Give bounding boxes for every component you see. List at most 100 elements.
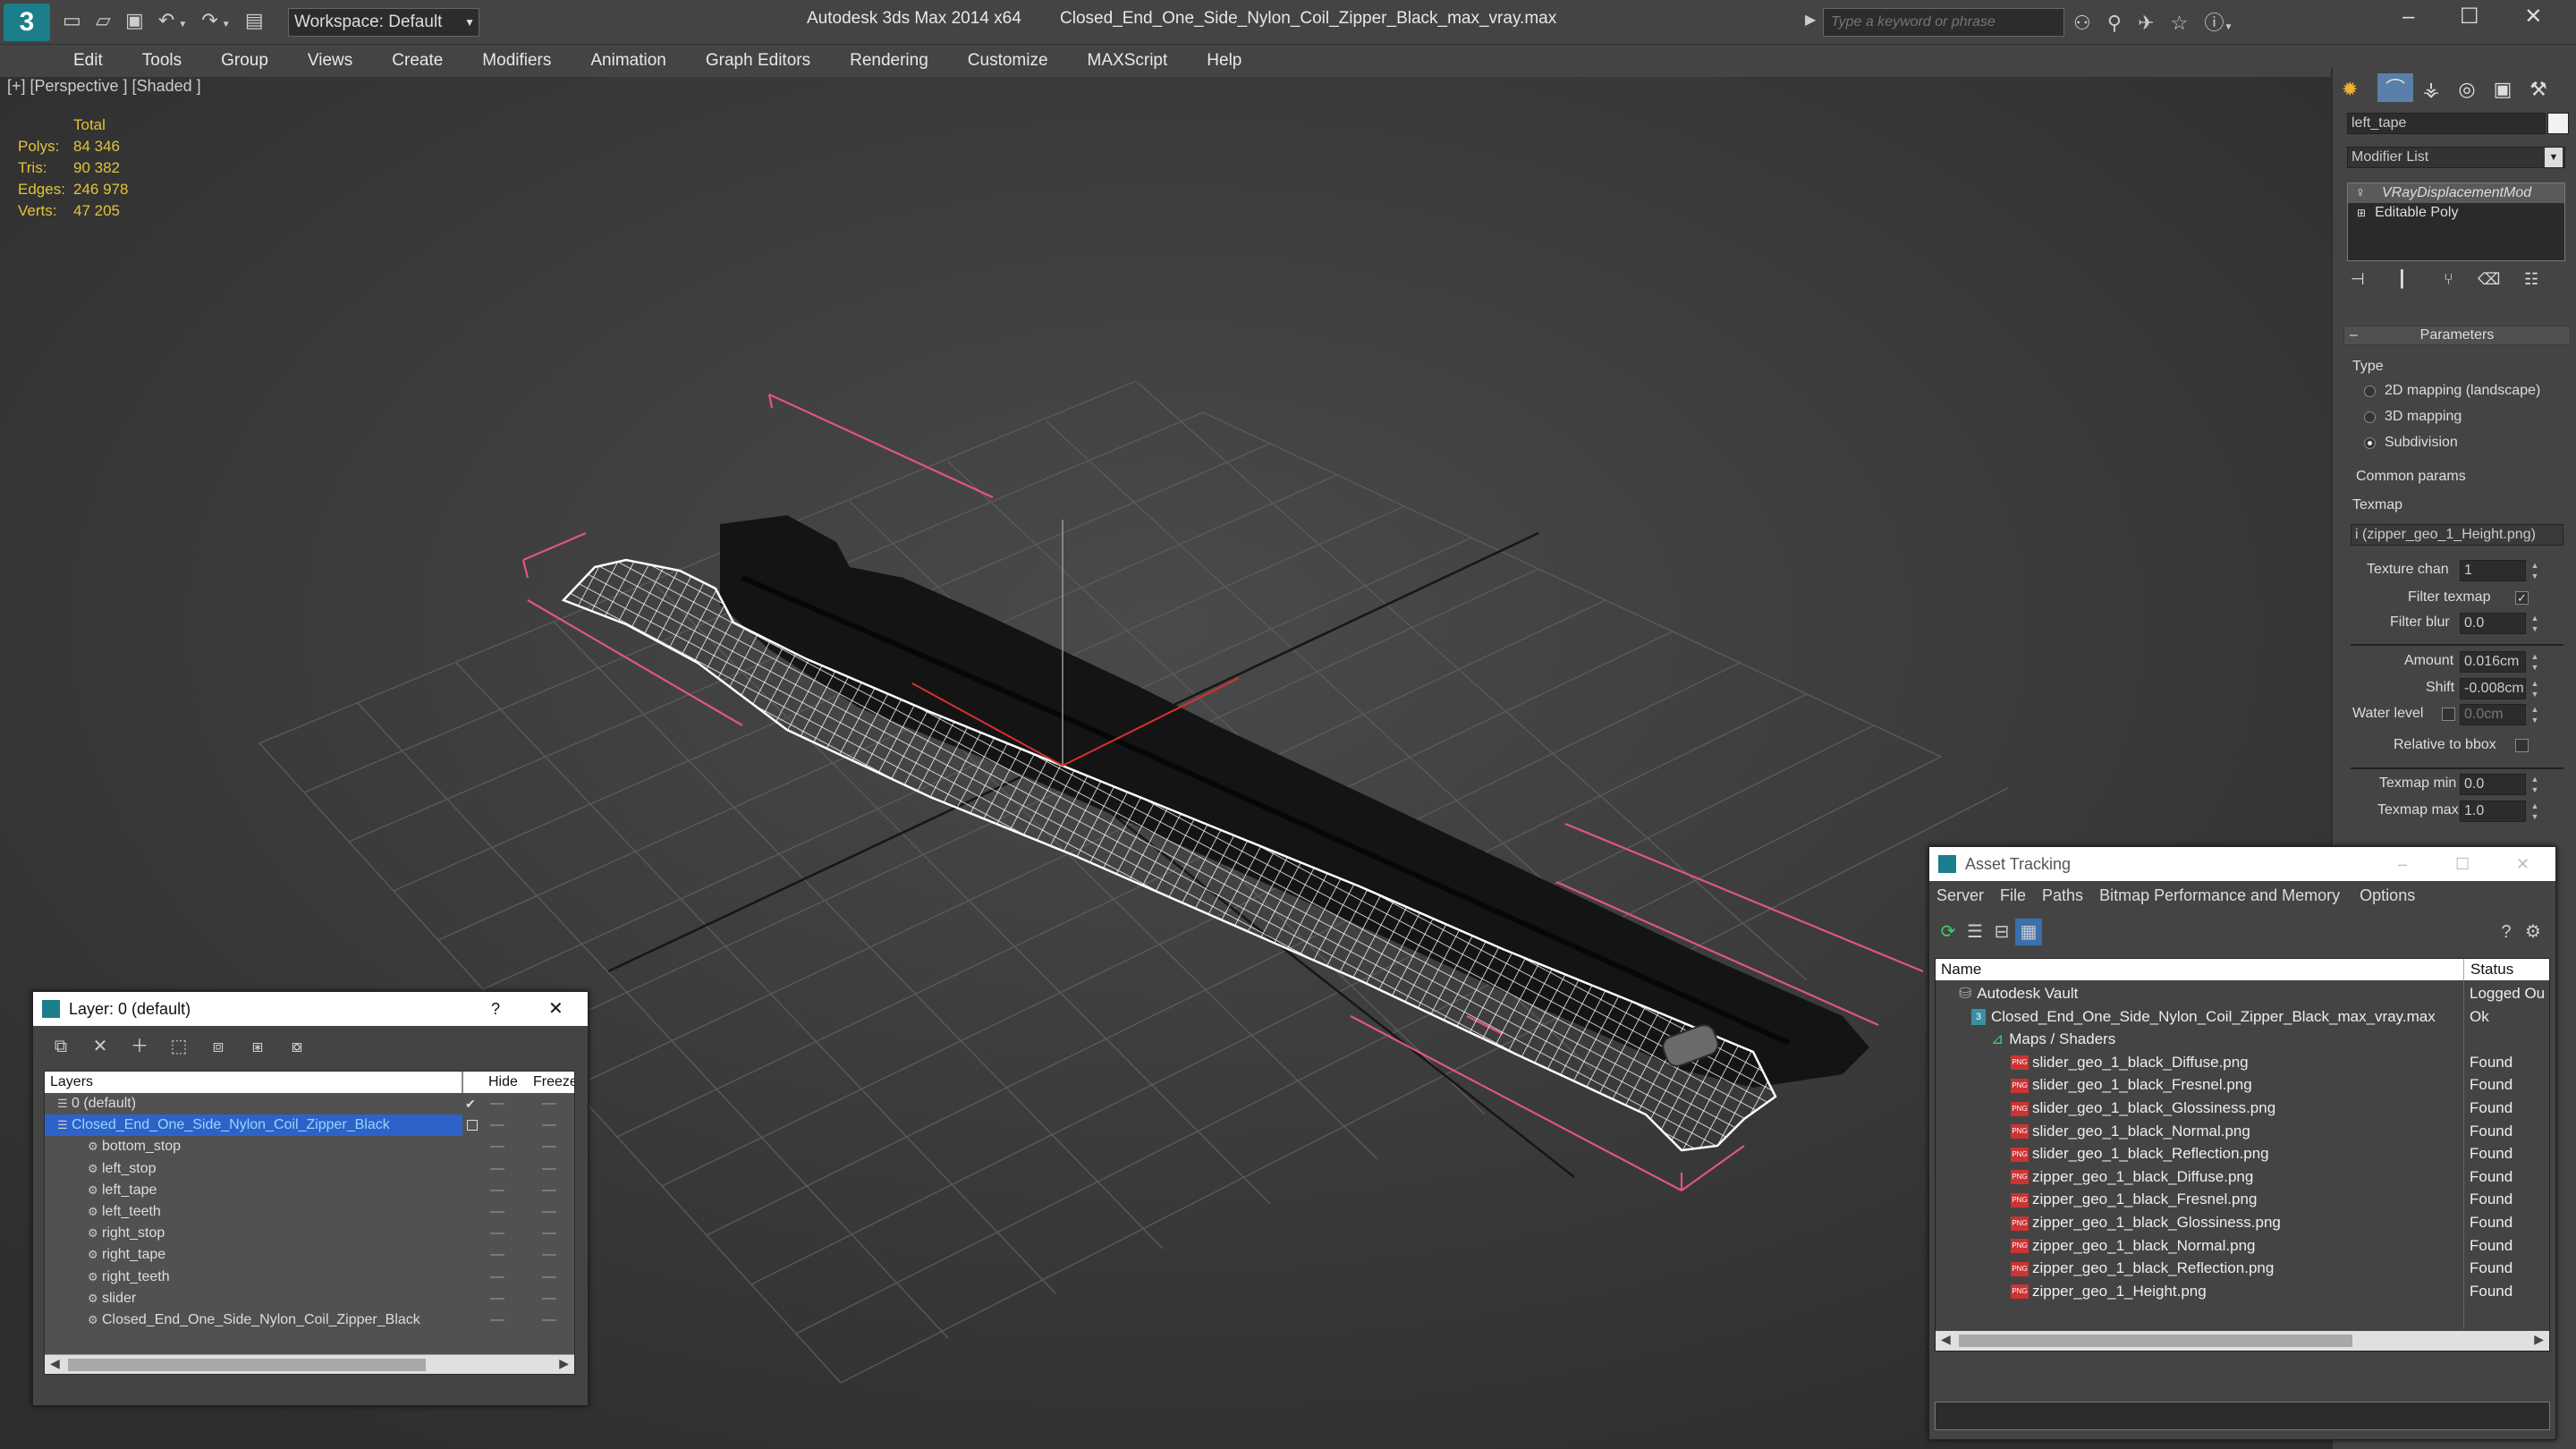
asset-hscrollbar[interactable]: ◀ ▶ [1936,1331,2549,1351]
freeze-toggle[interactable]: — [542,1288,556,1309]
scroll-thumb[interactable] [1959,1335,2352,1347]
asset-menu-bitmap[interactable]: Bitmap Performance and Memory [2099,886,2340,904]
scroll-right-icon[interactable]: ▶ [559,1356,569,1371]
create-tab-icon[interactable]: ✹ [2342,78,2377,101]
col-layers[interactable]: Layers [50,1072,93,1093]
help-dropdown-icon[interactable]: ▼ [2224,22,2233,32]
search-arrow-icon[interactable]: ▶ [1805,11,1816,29]
active-layer-check[interactable]: ✔ [465,1093,476,1114]
hide-toggle[interactable]: — [490,1244,504,1266]
layer-row[interactable]: ⚙ right_tape — — [45,1244,574,1266]
hide-toggle[interactable]: — [490,1267,504,1288]
object-color-swatch[interactable] [2547,113,2569,134]
freeze-all-icon[interactable]: ⧇ [284,1033,310,1060]
asset-row[interactable]: PNG zipper_geo_1_black_Reflection.png Foun… [1936,1257,2549,1280]
layer-row[interactable]: ⚙ slider — — [45,1288,574,1309]
menu-views[interactable]: Views [288,45,372,77]
modifier-list-dropdown[interactable]: Modifier List ▼ [2347,147,2565,168]
expand-plus-icon[interactable]: ⊞ [2357,207,2366,219]
hide-toggle[interactable]: — [490,1223,504,1244]
asset-row[interactable]: PNG slider_geo_1_black_Fresnel.png Found [1936,1073,2549,1097]
minimize-icon[interactable]: – [2398,847,2407,881]
asset-row[interactable]: PNG slider_geo_1_black_Glossiness.png Foun… [1936,1097,2549,1120]
freeze-toggle[interactable]: — [542,1201,556,1223]
hide-toggle[interactable]: — [490,1158,504,1180]
freeze-toggle[interactable]: — [542,1309,556,1331]
freeze-toggle[interactable]: — [542,1136,556,1157]
layer-hscrollbar[interactable]: ◀ ▶ [45,1354,574,1374]
make-unique-icon[interactable]: ⑂ [2444,270,2478,289]
asset-row[interactable]: PNG zipper_geo_1_Height.png Found [1936,1280,2549,1303]
subscription-icon[interactable]: ⚲ [2107,12,2122,34]
hide-toggle[interactable]: — [490,1114,504,1136]
layer-row[interactable]: ⚙ left_teeth — — [45,1201,574,1223]
maximize-icon[interactable]: ☐ [2460,4,2479,29]
help-button[interactable]: ? [491,992,500,1026]
menu-graph-editors[interactable]: Graph Editors [686,45,830,77]
list-view-icon[interactable]: ☰ [1962,919,1988,945]
layer-row[interactable]: ⚙ left_tape — — [45,1180,574,1201]
asset-row[interactable]: PNG slider_geo_1_black_Normal.png Found [1936,1120,2549,1143]
col-hide[interactable]: Hide [488,1072,518,1093]
undo-dropdown-icon[interactable]: ▼ [178,20,187,30]
viewport-label[interactable]: [+] [Perspective ] [Shaded ] [7,77,201,96]
utilities-tab-icon[interactable]: ⚒ [2521,78,2556,101]
layer-row-selected[interactable]: ☰ Closed_End_One_Side_Nylon_Coil_Zipper_B… [45,1114,556,1137]
select-objects-icon[interactable]: ⬚ [165,1033,192,1060]
scroll-right-icon[interactable]: ▶ [2534,1332,2544,1347]
freeze-toggle[interactable]: — [542,1158,556,1180]
lightbulb-icon[interactable]: ♀ [2355,185,2366,200]
amount-input[interactable]: 0.016cm [2460,651,2526,673]
pin-stack-icon[interactable]: ⊣ [2351,270,2397,289]
layer-row[interactable]: ⚙ right_teeth — — [45,1267,574,1288]
spinner-icon[interactable]: ▲ ▼ [2529,651,2540,673]
asset-row[interactable]: ⊿ Maps / Shaders [1936,1028,2549,1051]
col-freeze[interactable]: Freeze [533,1072,574,1093]
maximize-icon[interactable]: ☐ [2455,847,2470,881]
table-view-icon[interactable]: ▦ [2015,919,2042,945]
scroll-left-icon[interactable]: ◀ [50,1356,60,1371]
search-input[interactable] [1823,8,2064,37]
hide-toggle[interactable]: — [490,1201,504,1223]
asset-row[interactable]: PNG zipper_geo_1_black_Diffuse.png Found [1936,1165,2549,1189]
asset-help-icon[interactable]: ? [2493,919,2520,945]
layer-window-titlebar[interactable]: Layer: 0 (default) ? ✕ [33,992,588,1026]
asset-row[interactable]: PNG zipper_geo_1_black_Normal.png Found [1936,1234,2549,1258]
col-name[interactable]: Name [1941,959,1981,980]
delete-layer-icon[interactable]: ✕ [87,1033,114,1060]
spinner-icon[interactable]: ▲ ▼ [2529,774,2540,795]
freeze-toggle[interactable]: — [542,1114,556,1136]
close-icon[interactable]: ✕ [2516,847,2529,881]
relative-bbox-checkbox[interactable] [2515,739,2529,752]
layer-row[interactable]: ⚙ Closed_End_One_Side_Nylon_Coil_Zipper_B… [45,1309,574,1331]
project-folder-icon[interactable]: ▤ [245,9,264,31]
configure-sets-icon[interactable]: ☷ [2524,270,2538,288]
object-name-field[interactable]: left_tape [2347,113,2546,134]
menu-tools[interactable]: Tools [123,45,201,77]
layer-row[interactable]: ⚙ left_stop — — [45,1158,574,1180]
current-layer-box[interactable] [467,1120,478,1131]
tree-view-icon[interactable]: ⊟ [1988,919,2015,945]
hide-toggle[interactable]: — [490,1093,504,1114]
spinner-icon[interactable]: ▲ ▼ [2529,678,2540,699]
hide-all-icon[interactable]: ⧆ [244,1033,271,1060]
close-icon[interactable]: ✕ [2524,4,2542,29]
shift-input[interactable]: -0.008cm [2460,678,2526,699]
binoculars-icon[interactable]: ⚇ [2073,12,2091,34]
show-end-result-icon[interactable]: ┃ [2397,270,2444,289]
hide-toggle[interactable]: — [490,1180,504,1201]
favorites-star-icon[interactable]: ☆ [2171,12,2189,34]
menu-customize[interactable]: Customize [948,45,1068,77]
layer-row[interactable]: ⚙ right_stop — — [45,1223,574,1244]
asset-row[interactable]: ⛁ Autodesk Vault Logged Ou [1936,982,2549,1005]
texmap-max-input[interactable]: 1.0 [2460,801,2526,822]
layer-row[interactable]: ⚙ bottom_stop — — [45,1136,574,1157]
highlight-layer-icon[interactable]: ⧈ [205,1033,232,1060]
new-layer-icon[interactable]: ⧉ [47,1033,74,1060]
menu-create[interactable]: Create [372,45,462,77]
radio-2d-mapping[interactable] [2364,386,2376,397]
spinner-icon[interactable]: ▲ ▼ [2529,704,2540,725]
radio-subdivision[interactable] [2364,437,2376,449]
hide-toggle[interactable]: — [490,1309,504,1331]
redo-dropdown-icon[interactable]: ▼ [222,20,231,30]
